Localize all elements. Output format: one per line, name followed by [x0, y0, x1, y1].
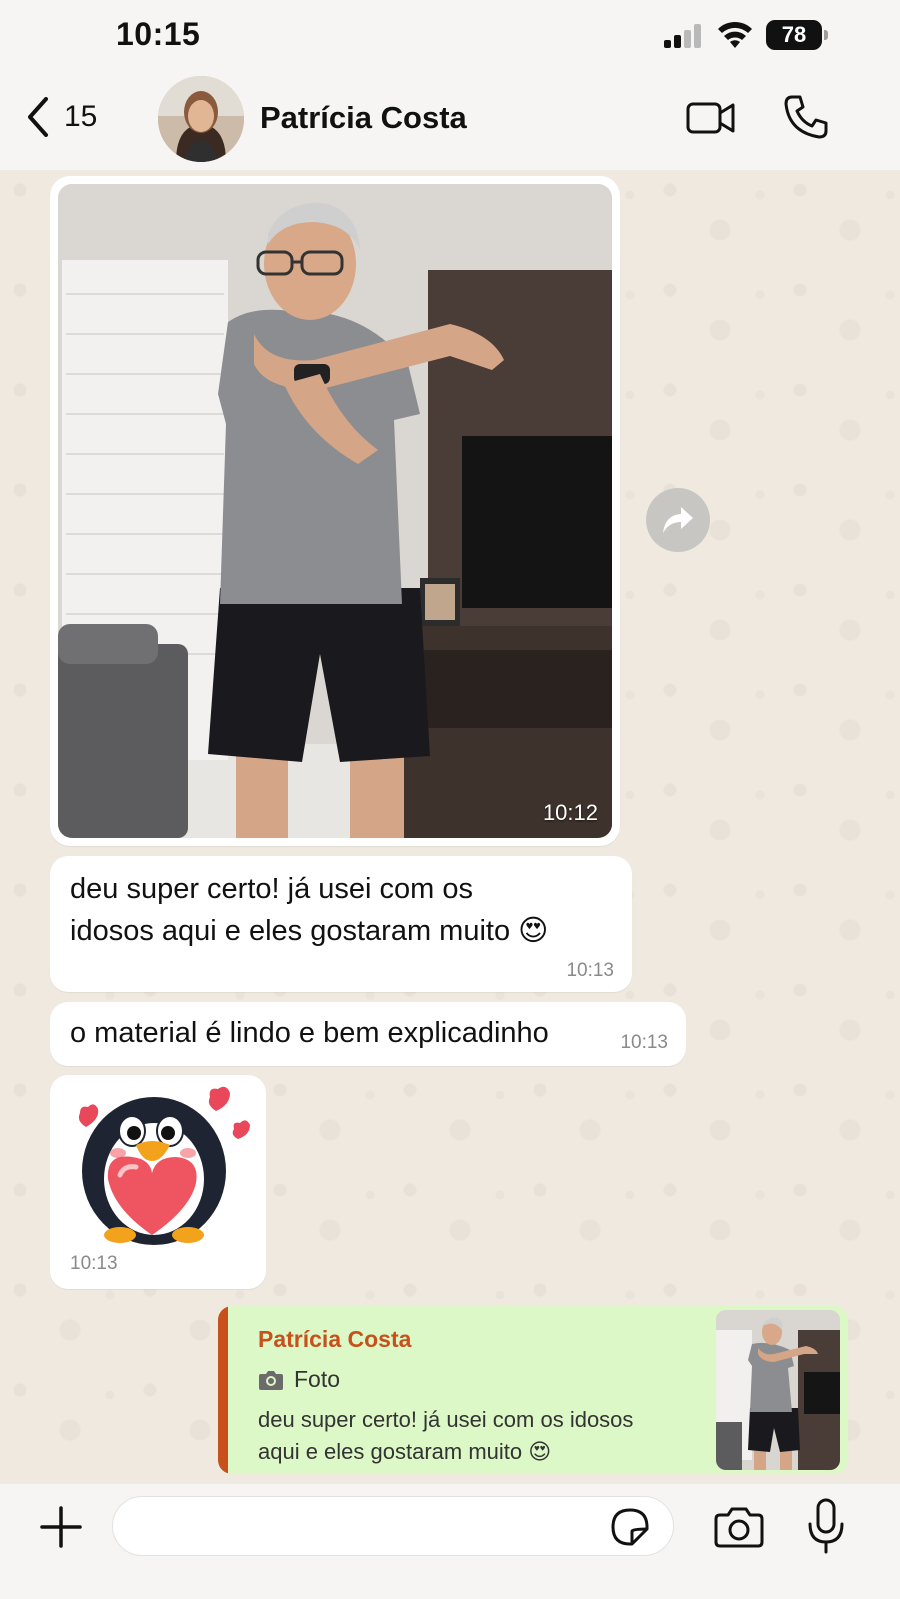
- chat-header: 15 Patrícia Costa: [0, 72, 900, 170]
- message-text-line: deu super certo! já usei com os: [70, 873, 473, 905]
- plus-icon[interactable]: [38, 1504, 84, 1550]
- reply-media-type: Foto: [258, 1366, 340, 1393]
- video-call-icon[interactable]: [686, 98, 736, 138]
- text-message[interactable]: o material é lindo e bem explicadinho 10…: [50, 1002, 686, 1066]
- cellular-signal-icon: [664, 24, 704, 48]
- wifi-icon: [718, 21, 752, 48]
- reply-quoted-line: aqui e eles gostaram muito 😍: [258, 1439, 552, 1464]
- reply-sender-name: Patrícia Costa: [258, 1326, 412, 1352]
- reply-accent-bar: [218, 1306, 228, 1474]
- reply-media-label: Foto: [294, 1366, 341, 1392]
- contact-avatar[interactable]: [158, 76, 244, 162]
- contact-name[interactable]: Patrícia Costa: [260, 100, 467, 136]
- sticker-icon[interactable]: [610, 1507, 650, 1547]
- forward-button[interactable]: [646, 488, 710, 552]
- chevron-left-icon: [28, 97, 48, 137]
- forward-arrow-icon: [663, 507, 693, 533]
- reply-quoted-text: deu super certo! já usei com os idosos a…: [258, 1404, 688, 1468]
- message-photo[interactable]: 10:12: [58, 184, 612, 838]
- camera-icon[interactable]: [714, 1506, 764, 1548]
- message-input[interactable]: [112, 1496, 674, 1556]
- photo-message[interactable]: 10:12: [50, 176, 620, 846]
- reply-quoted-line: deu super certo! já usei com os idosos: [258, 1407, 634, 1432]
- unread-count: 15: [64, 100, 98, 133]
- message-text: o material é lindo e bem explicadinho: [70, 1017, 549, 1049]
- back-button[interactable]: 15: [26, 92, 97, 142]
- microphone-icon[interactable]: [806, 1498, 846, 1554]
- message-text-line: idosos aqui e eles gostaram muito 😍: [70, 915, 549, 947]
- message-time: 10:13: [70, 1253, 118, 1274]
- text-message[interactable]: deu super certo! já usei com os idosos a…: [50, 856, 632, 992]
- message-time: 10:13: [620, 1032, 668, 1053]
- camera-icon: [259, 1370, 283, 1390]
- reply-thumbnail: [716, 1310, 840, 1470]
- status-time: 10:15: [116, 16, 201, 52]
- reply-preview[interactable]: Patrícia Costa Foto deu super certo! já …: [218, 1306, 848, 1474]
- status-bar: 10:15 78: [0, 0, 900, 72]
- penguin-heart-sticker: [78, 1086, 250, 1245]
- battery-indicator: 78: [766, 20, 828, 50]
- phone-call-icon[interactable]: [783, 94, 829, 140]
- message-composer: [0, 1484, 900, 1599]
- sticker-message[interactable]: 10:13: [50, 1075, 266, 1289]
- message-time: 10:13: [566, 960, 614, 981]
- message-time: 10:12: [542, 800, 598, 825]
